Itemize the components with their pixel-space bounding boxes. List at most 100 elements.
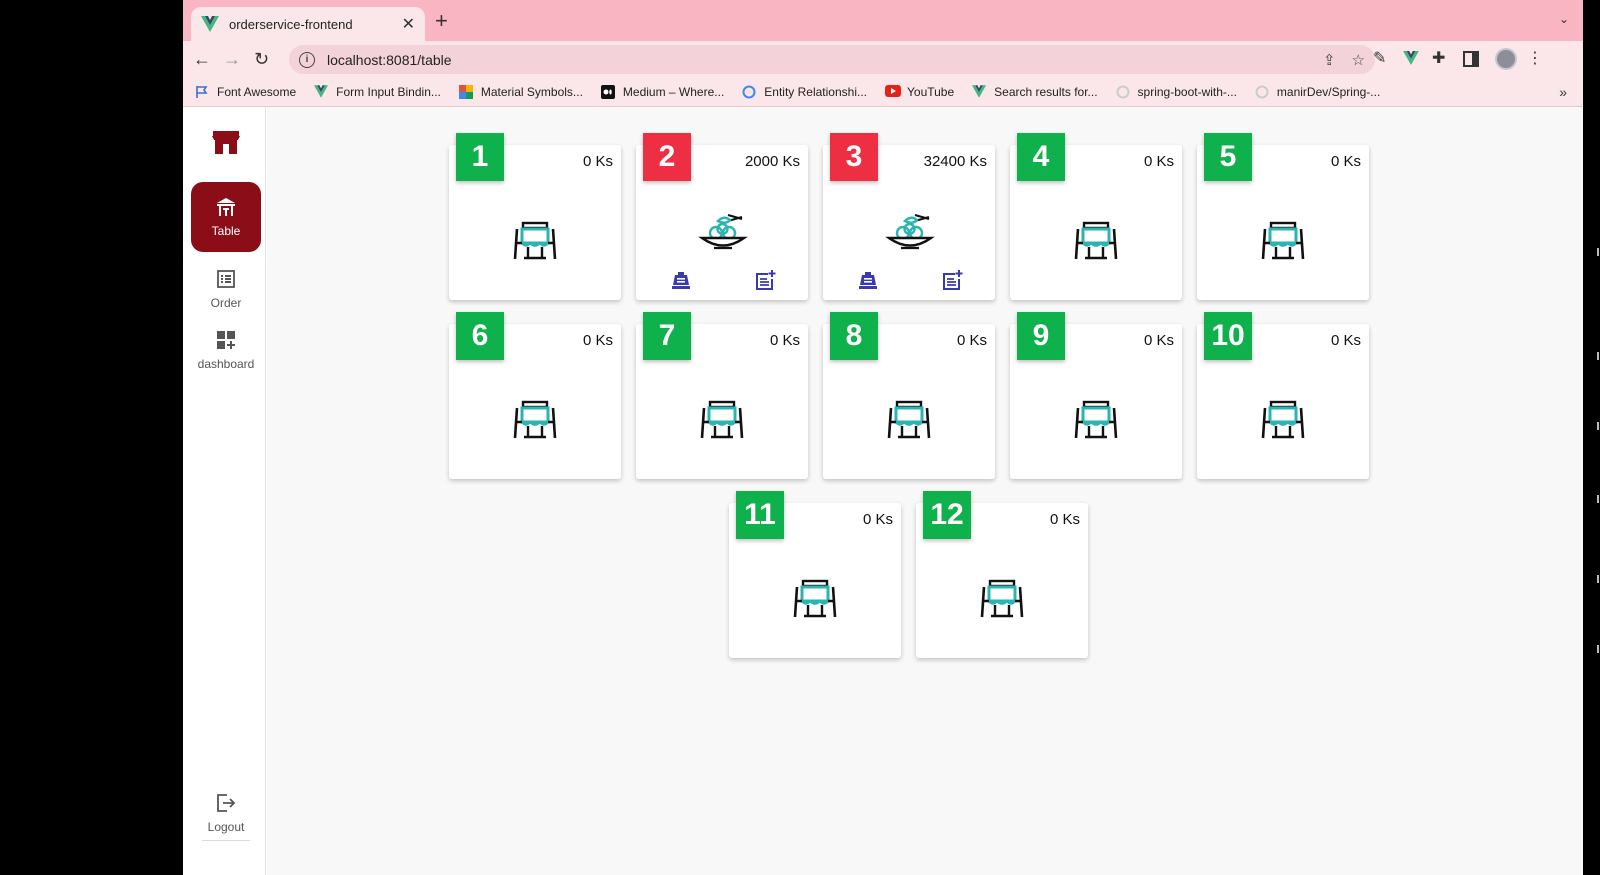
table-number-badge: 1 <box>456 133 504 181</box>
bookmark-label: Medium – Where... <box>622 85 725 99</box>
table-amount: 0 Ks <box>1143 153 1174 170</box>
vue-icon <box>314 85 329 99</box>
bookmark-item[interactable]: spring-boot-with-... <box>1116 85 1237 99</box>
bookmark-label: manirDev/Spring-... <box>1276 85 1381 99</box>
table-card[interactable]: 10 0 Ks <box>1197 312 1369 479</box>
profile-avatar[interactable] <box>1495 48 1517 70</box>
browser-menu-icon[interactable]: ⋮ <box>1527 50 1543 68</box>
screen-edge <box>1583 0 1600 875</box>
bookmark-label: YouTube <box>907 85 955 99</box>
new-tab-button[interactable]: + <box>435 10 448 32</box>
table-card[interactable]: 5 0 Ks <box>1197 133 1369 300</box>
dashboard-icon <box>217 331 235 349</box>
bookmark-label: Form Input Bindin... <box>336 85 441 99</box>
store-logo-icon[interactable] <box>211 129 241 155</box>
url-text[interactable]: localhost:8081/table <box>327 52 1307 68</box>
dining-table-icon <box>793 579 837 618</box>
forward-icon[interactable]: → <box>223 47 241 71</box>
side-panel-icon[interactable] <box>1463 51 1479 67</box>
table-card[interactable]: 9 0 Ks <box>1010 312 1182 479</box>
bookmark-item[interactable]: Medium – Where... <box>600 85 725 99</box>
add-order-icon[interactable] <box>754 269 776 291</box>
table-number-badge: 11 <box>736 491 784 539</box>
sidebar-item-table[interactable]: Table <box>191 182 261 252</box>
tab-search-icon[interactable]: ⌄ <box>1559 12 1569 26</box>
bookmark-label: Entity Relationshi... <box>764 85 867 99</box>
dining-table-icon <box>887 400 931 439</box>
bookmarks-bar: Font Awesome Form Input Bindin... Material… <box>183 78 1583 107</box>
list-icon <box>217 270 235 288</box>
table-number-badge: 2 <box>643 133 691 181</box>
tab-close-icon[interactable]: ✕ <box>402 14 415 34</box>
logout-label: Logout <box>207 820 245 834</box>
bookmark-item[interactable]: Entity Relationshi... <box>742 85 867 99</box>
table-card[interactable]: 3 32400 Ks <box>823 133 995 300</box>
bookmark-label: Material Symbols... <box>480 85 583 99</box>
table-amount: 0 Ks <box>956 332 987 349</box>
tab-strip: orderservice-frontend ✕ + ⌄ <box>183 0 1583 41</box>
vue-logo-icon <box>201 16 219 32</box>
dining-table-icon <box>1074 221 1118 260</box>
bookmark-item[interactable]: YouTube <box>885 85 954 99</box>
table-amount: 32400 Ks <box>923 153 987 170</box>
table-amount: 0 Ks <box>1143 332 1174 349</box>
sidebar-item-label: Table <box>211 224 241 238</box>
table-amount: 0 Ks <box>769 332 800 349</box>
bookmark-item[interactable]: manirDev/Spring-... <box>1255 85 1380 99</box>
table-amount: 0 Ks <box>1330 332 1361 349</box>
table-card[interactable]: 8 0 Ks <box>823 312 995 479</box>
back-icon[interactable]: ← <box>193 47 211 71</box>
bookmark-item[interactable]: Material Symbols... <box>458 85 583 99</box>
call-bell-icon[interactable] <box>670 269 692 291</box>
bookmark-label: Font Awesome <box>217 85 297 99</box>
site-info-icon[interactable]: i <box>299 51 315 68</box>
table-card[interactable]: 6 0 Ks <box>449 312 621 479</box>
table-number-badge: 5 <box>1204 133 1252 181</box>
browser-window: orderservice-frontend ✕ + ⌄ ← → ↻ i loca… <box>183 0 1583 875</box>
dining-table-icon <box>1261 400 1305 439</box>
bookmark-item[interactable]: Search results for... <box>972 85 1098 99</box>
material-icon <box>458 85 473 99</box>
bookmark-item[interactable]: Form Input Bindin... <box>314 85 441 99</box>
bookmarks-overflow-icon[interactable]: » <box>1559 84 1567 100</box>
pen-extension-icon[interactable]: ✎ <box>1373 50 1386 68</box>
table-card[interactable]: 2 2000 Ks <box>636 133 808 300</box>
vue-devtools-icon[interactable] <box>1403 51 1419 65</box>
flag-icon <box>195 85 209 99</box>
share-icon[interactable]: ⇪ <box>1323 51 1336 69</box>
table-card[interactable]: 11 0 Ks <box>729 491 901 658</box>
github-icon <box>1116 85 1130 99</box>
bookmark-label: spring-boot-with-... <box>1137 85 1237 99</box>
dining-table-icon <box>513 221 557 260</box>
reload-icon[interactable]: ↻ <box>254 47 269 71</box>
add-order-icon[interactable] <box>941 269 963 291</box>
logout-button[interactable]: Logout <box>191 792 261 841</box>
edge-mark <box>1597 645 1599 653</box>
table-amount: 0 Ks <box>1330 153 1361 170</box>
table-grid: 1 0 Ks 2 2000 Ks 3 32400 Ks 4 0 Ks 5 0 Ks 6 0 Ks 7 0 … <box>267 107 1583 875</box>
table-card[interactable]: 4 0 Ks <box>1010 133 1182 300</box>
medium-icon <box>600 85 615 99</box>
ring-icon <box>742 85 756 99</box>
sidebar-item-order[interactable]: Order <box>191 254 261 324</box>
table-card[interactable]: 12 0 Ks <box>916 491 1088 658</box>
dining-table-icon <box>1261 221 1305 260</box>
browser-tab[interactable]: orderservice-frontend ✕ <box>191 7 425 41</box>
table-card[interactable]: 1 0 Ks <box>449 133 621 300</box>
edge-mark <box>1597 495 1599 503</box>
edge-mark <box>1597 248 1599 256</box>
table-amount: 0 Ks <box>1049 511 1080 528</box>
bookmark-star-icon[interactable]: ☆ <box>1352 51 1365 69</box>
food-dish-icon <box>885 213 935 250</box>
address-bar[interactable]: i localhost:8081/table ⇪ ☆ <box>289 45 1375 74</box>
table-amount: 0 Ks <box>582 153 613 170</box>
sidebar-item-dashboard[interactable]: dashboard <box>191 315 261 385</box>
tab-title: orderservice-frontend <box>229 16 353 32</box>
table-number-badge: 9 <box>1017 312 1065 360</box>
dining-table-icon <box>980 579 1024 618</box>
table-card[interactable]: 7 0 Ks <box>636 312 808 479</box>
call-bell-icon[interactable] <box>857 269 879 291</box>
extensions-puzzle-icon[interactable]: ✚ <box>1432 50 1445 68</box>
bookmark-item[interactable]: Font Awesome <box>195 85 296 99</box>
edge-mark <box>1597 422 1599 430</box>
